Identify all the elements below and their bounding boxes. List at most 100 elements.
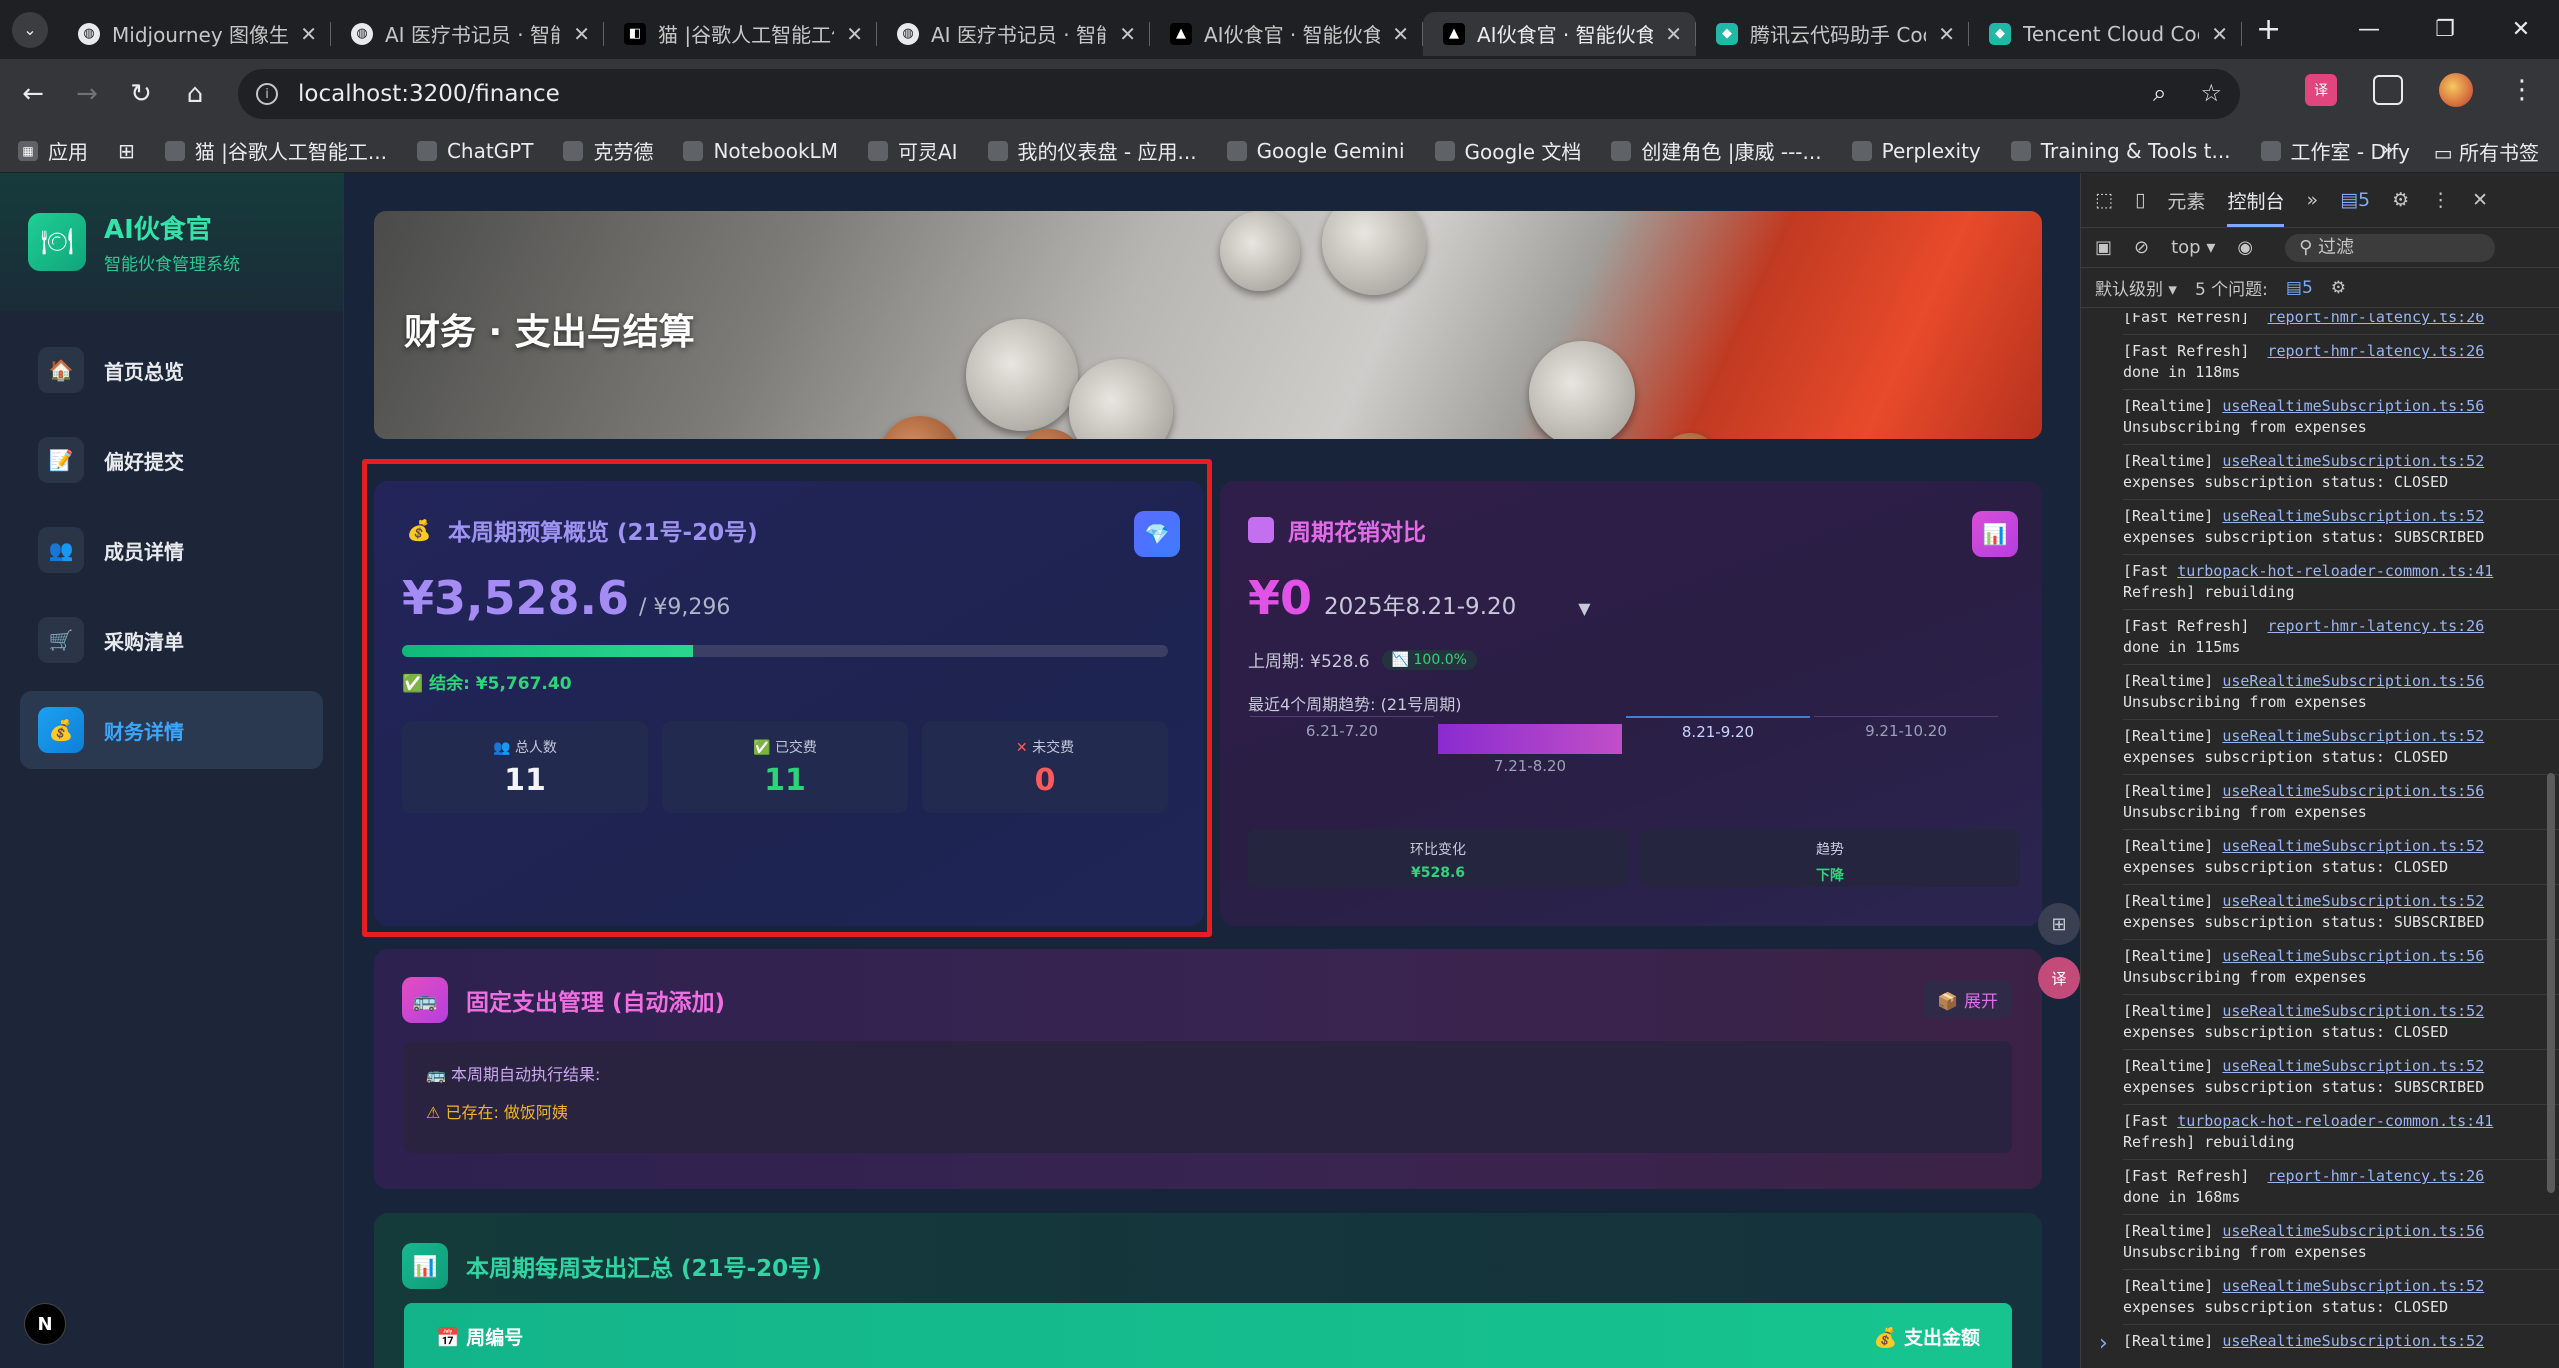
sidebar-item[interactable]: 🏠 首页总览 <box>20 331 323 409</box>
browser-tab[interactable]: ◆ 腾讯云代码助手 Code ✕ <box>1696 12 1969 56</box>
browser-tab[interactable]: ◍ Midjourney 图像生成 ✕ <box>58 12 331 56</box>
bookmark-item[interactable]: Training & Tools t... <box>2010 136 2231 165</box>
bookmark-item[interactable]: 创建角色 |康威 ---... <box>1611 136 1822 165</box>
url-text[interactable]: localhost:3200/finance <box>298 81 560 107</box>
bookmark-item[interactable]: Google 文档 <box>1434 136 1581 165</box>
bookmark-item[interactable]: ▦ 应用 <box>18 136 88 165</box>
log-source-link[interactable]: useRealtimeSubscription.ts:52 <box>2222 837 2484 855</box>
devtools-menu-icon[interactable]: ⋮ <box>2431 189 2450 211</box>
bookmark-item[interactable]: Perplexity <box>1851 136 1981 165</box>
site-info-icon[interactable]: i <box>256 83 278 105</box>
inspect-icon[interactable]: ⬚ <box>2095 189 2113 211</box>
sidebar-item[interactable]: 💰 财务详情 <box>20 691 323 769</box>
log-source-link[interactable]: useRealtimeSubscription.ts:52 <box>2222 1002 2484 1020</box>
log-source-link[interactable]: useRealtimeSubscription.ts:52 <box>2222 452 2484 470</box>
sidebar-item[interactable]: 📝 偏好提交 <box>20 421 323 499</box>
log-source-link[interactable]: useRealtimeSubscription.ts:52 <box>2222 892 2484 910</box>
browser-tab[interactable]: ◍ AI 医疗书记员 · 智能 ✕ <box>877 12 1150 56</box>
issues-count[interactable]: ▤5 <box>2286 278 2313 298</box>
sidebar-toggle-icon[interactable]: ▣ <box>2095 237 2112 258</box>
filter-input[interactable]: ⚲ 过滤 <box>2285 233 2496 262</box>
bookmark-item[interactable]: 克劳德 <box>563 136 653 165</box>
context-select[interactable]: top ▾ <box>2171 237 2215 258</box>
reload-icon[interactable]: ↻ <box>114 79 168 109</box>
trend-period[interactable]: 9.21-10.20 <box>1814 716 1998 744</box>
browser-tab[interactable]: ◍ AI 医疗书记员 · 智能 ✕ <box>331 12 604 56</box>
close-window-icon[interactable]: ✕ <box>2483 17 2559 42</box>
log-source-link[interactable]: useRealtimeSubscription.ts:56 <box>2222 947 2484 965</box>
log-source-link[interactable]: useRealtimeSubscription.ts:52 <box>2222 507 2484 525</box>
tab-close-icon[interactable]: ✕ <box>846 22 863 46</box>
log-source-link[interactable]: turbopack-hot-reloader-common.ts:41 <box>2177 1112 2493 1130</box>
log-source-link[interactable]: useRealtimeSubscription.ts:56 <box>2222 397 2484 415</box>
bookmark-item[interactable]: 猫 |谷歌人工智能工... <box>164 136 387 165</box>
restore-icon[interactable]: ❐ <box>2407 17 2483 42</box>
log-source-link[interactable]: useRealtimeSubscription.ts:52 <box>2222 1332 2484 1350</box>
browser-tab[interactable]: ▲ AI伙食官 · 智能伙食 ✕ <box>1423 11 1696 56</box>
log-source-link[interactable]: useRealtimeSubscription.ts:52 <box>2222 727 2484 745</box>
tab-close-icon[interactable]: ✕ <box>1392 22 1409 46</box>
tab-close-icon[interactable]: ✕ <box>2211 22 2228 46</box>
trend-period[interactable]: 7.21-8.20 <box>1438 724 1622 754</box>
bookmark-item[interactable]: Google Gemini <box>1226 136 1405 165</box>
all-bookmarks-folder[interactable]: ▭ 所有书签 <box>2434 137 2539 166</box>
log-source-link[interactable]: useRealtimeSubscription.ts:56 <box>2222 672 2484 690</box>
bookmarks-overflow-icon[interactable]: » <box>2381 137 2393 166</box>
tab-close-icon[interactable]: ✕ <box>1665 22 1682 46</box>
log-source-link[interactable]: report-hmr-latency.ts:26 <box>2268 342 2485 360</box>
log-source-link[interactable]: useRealtimeSubscription.ts:56 <box>2222 1222 2484 1240</box>
tab-groups-icon[interactable]: ⊞ <box>118 136 135 165</box>
tab-close-icon[interactable]: ✕ <box>1938 22 1955 46</box>
sidebar-item[interactable]: 🛒 采购清单 <box>20 601 323 679</box>
bookmark-item[interactable]: 可灵AI <box>867 136 958 165</box>
zoom-icon[interactable]: ⌕ <box>2153 79 2166 107</box>
trend-period[interactable]: 8.21-9.20 <box>1626 716 1810 744</box>
forward-icon[interactable]: → <box>60 79 114 109</box>
console-settings-icon[interactable]: ⚙ <box>2331 278 2346 298</box>
tab-search-chevron-icon[interactable]: ⌄ <box>12 11 48 48</box>
bookmark-item[interactable]: ChatGPT <box>416 136 533 165</box>
devtools-settings-icon[interactable]: ⚙ <box>2392 189 2409 211</box>
extensions-icon[interactable] <box>2373 75 2403 105</box>
log-source-link[interactable]: useRealtimeSubscription.ts:52 <box>2222 1057 2484 1075</box>
address-bar[interactable]: i localhost:3200/finance ⌕ ☆ <box>238 69 2240 119</box>
more-tabs-icon[interactable]: » <box>2306 189 2318 211</box>
next-dev-indicator[interactable]: N <box>24 1303 66 1345</box>
log-source-link[interactable]: report-hmr-latency.ts:26 <box>2268 617 2485 635</box>
bookmark-item[interactable]: 我的仪表盘 - 应用... <box>987 136 1197 165</box>
log-level-select[interactable]: 默认级别 ▾ <box>2095 275 2177 300</box>
profile-avatar[interactable] <box>2439 73 2473 107</box>
translate-extension-icon[interactable]: 译 <box>2305 74 2337 106</box>
log-source-link[interactable]: report-hmr-latency.ts:26 <box>2268 1167 2485 1185</box>
log-source-link[interactable]: useRealtimeSubscription.ts:52 <box>2222 1277 2484 1295</box>
period-dropdown-icon[interactable]: ▼ <box>1578 599 1590 618</box>
trend-period[interactable]: 6.21-7.20 <box>1250 716 1434 744</box>
period-select[interactable]: 2025年8.21-9.20 <box>1324 587 1516 621</box>
tab-close-icon[interactable]: ✕ <box>573 22 590 46</box>
clear-console-icon[interactable]: ⊘ <box>2134 237 2149 258</box>
browser-menu-icon[interactable]: ⋮ <box>2509 75 2535 105</box>
tab-console[interactable]: 控制台 <box>2227 187 2285 227</box>
tab-close-icon[interactable]: ✕ <box>300 22 317 46</box>
translate-float-icon[interactable]: 译 <box>2038 957 2080 999</box>
log-source-link[interactable]: turbopack-hot-reloader-common.ts:41 <box>2177 562 2493 580</box>
browser-tab[interactable]: ▲ AI伙食官 · 智能伙食 ✕ <box>1150 12 1423 56</box>
expand-button[interactable]: 📦 展开 <box>1923 981 2012 1018</box>
devtools-close-icon[interactable]: ✕ <box>2472 189 2488 211</box>
browser-tab[interactable]: ◧ 猫 |谷歌人工智能工作 ✕ <box>604 12 877 56</box>
chart-icon[interactable]: 📊 <box>1972 511 2018 557</box>
home-icon[interactable]: ⌂ <box>168 79 222 109</box>
bookmark-item[interactable]: NotebookLM <box>683 136 838 165</box>
eye-icon[interactable]: ◉ <box>2237 237 2253 258</box>
console-prompt-icon[interactable]: › <box>2099 1331 2108 1356</box>
tab-close-icon[interactable]: ✕ <box>1119 22 1136 46</box>
console-scrollbar[interactable] <box>2547 773 2555 1193</box>
new-tab-button[interactable]: + <box>2256 12 2281 47</box>
minimize-icon[interactable]: — <box>2331 17 2407 42</box>
sidebar-item[interactable]: 👥 成员详情 <box>20 511 323 589</box>
browser-tab[interactable]: ◆ Tencent Cloud Code ✕ <box>1969 12 2242 56</box>
device-icon[interactable]: ▯ <box>2135 189 2145 211</box>
log-source-link[interactable]: useRealtimeSubscription.ts:56 <box>2222 782 2484 800</box>
bookmark-star-icon[interactable]: ☆ <box>2200 79 2222 107</box>
tab-elements[interactable]: 元素 <box>2167 187 2205 214</box>
